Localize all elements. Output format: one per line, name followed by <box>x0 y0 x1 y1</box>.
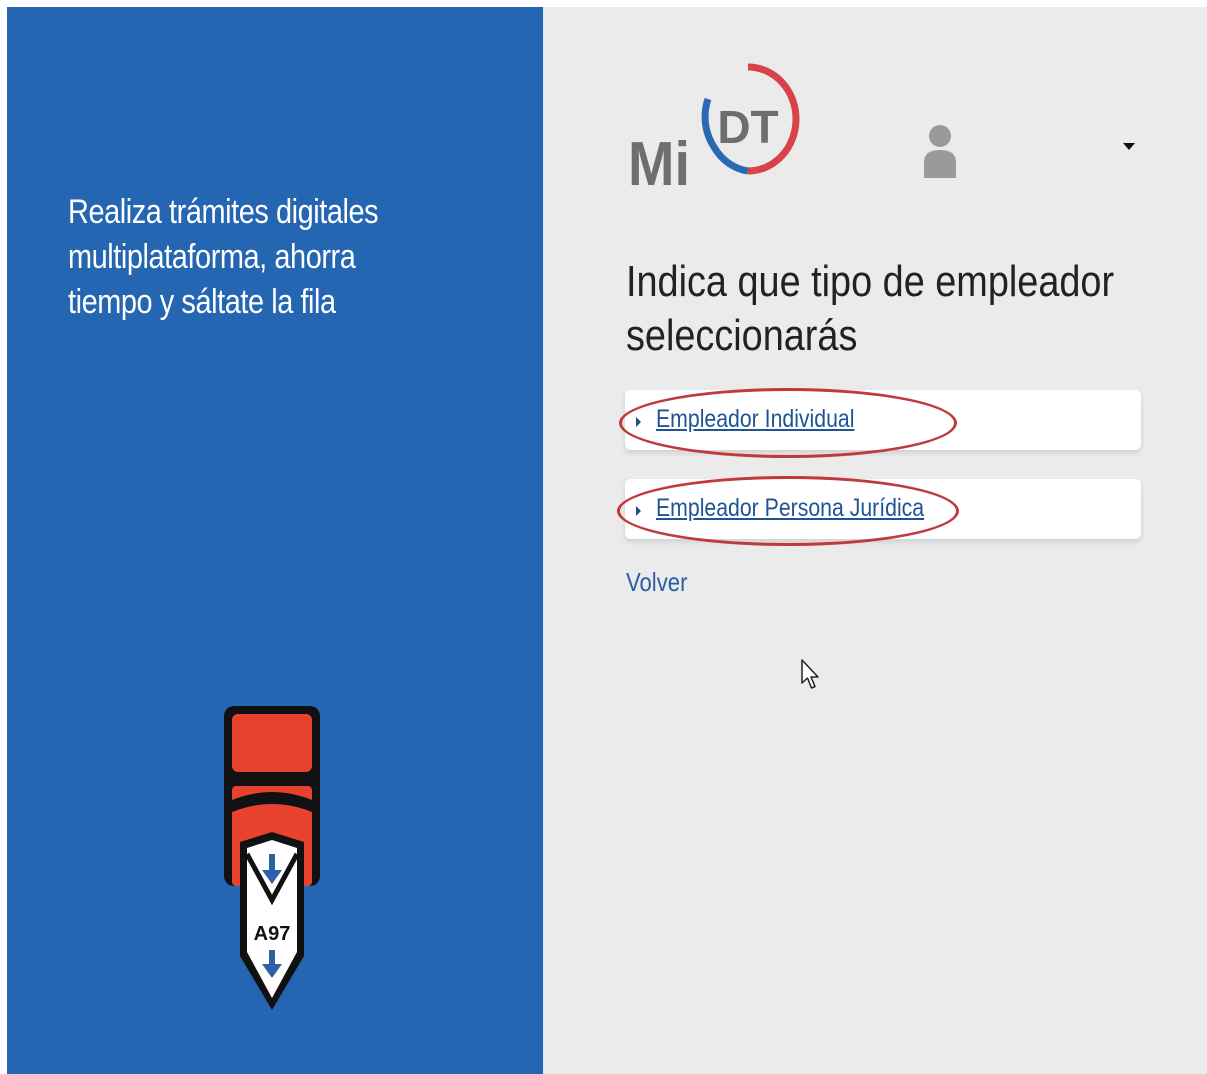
caret-right-icon <box>636 417 641 427</box>
promo-tagline: Realiza trámites digitales multiplatafor… <box>68 190 408 325</box>
queue-ticket-icon: A97 <box>224 706 320 1010</box>
tagline-line: multiplataforma, ahorra <box>68 238 356 276</box>
caret-down-icon[interactable] <box>1123 143 1135 150</box>
employer-individual-link[interactable]: Empleador Individual <box>656 405 854 434</box>
logo-dt-text: DT <box>717 101 778 153</box>
option-card-legal-entity[interactable]: Empleador Persona Jurídica <box>625 479 1141 539</box>
employer-legal-entity-link[interactable]: Empleador Persona Jurídica <box>656 494 924 523</box>
caret-right-icon <box>636 506 641 516</box>
page-title-line: seleccionarás <box>626 311 858 360</box>
tagline-line: tiempo y sáltate la fila <box>68 283 336 321</box>
page-title-line: Indica que tipo de empleador <box>626 257 1115 306</box>
page-title: Indica que tipo de empleador seleccionar… <box>626 255 1159 363</box>
back-link[interactable]: Volver <box>626 567 687 598</box>
logo-mi-text: Mi <box>628 130 690 198</box>
mouse-pointer-icon <box>801 659 819 689</box>
tagline-line: Realiza trámites digitales <box>68 193 379 231</box>
ticket-number: A97 <box>254 923 291 945</box>
content-panel: Mi DT Indica que tipo de empleador selec… <box>543 7 1207 1074</box>
mi-dt-logo: Mi DT <box>628 63 800 199</box>
promo-panel: Realiza trámites digitales multiplatafor… <box>7 7 543 1074</box>
user-icon[interactable] <box>921 122 959 180</box>
page: Realiza trámites digitales multiplatafor… <box>0 0 1207 1074</box>
option-card-individual[interactable]: Empleador Individual <box>625 390 1141 450</box>
